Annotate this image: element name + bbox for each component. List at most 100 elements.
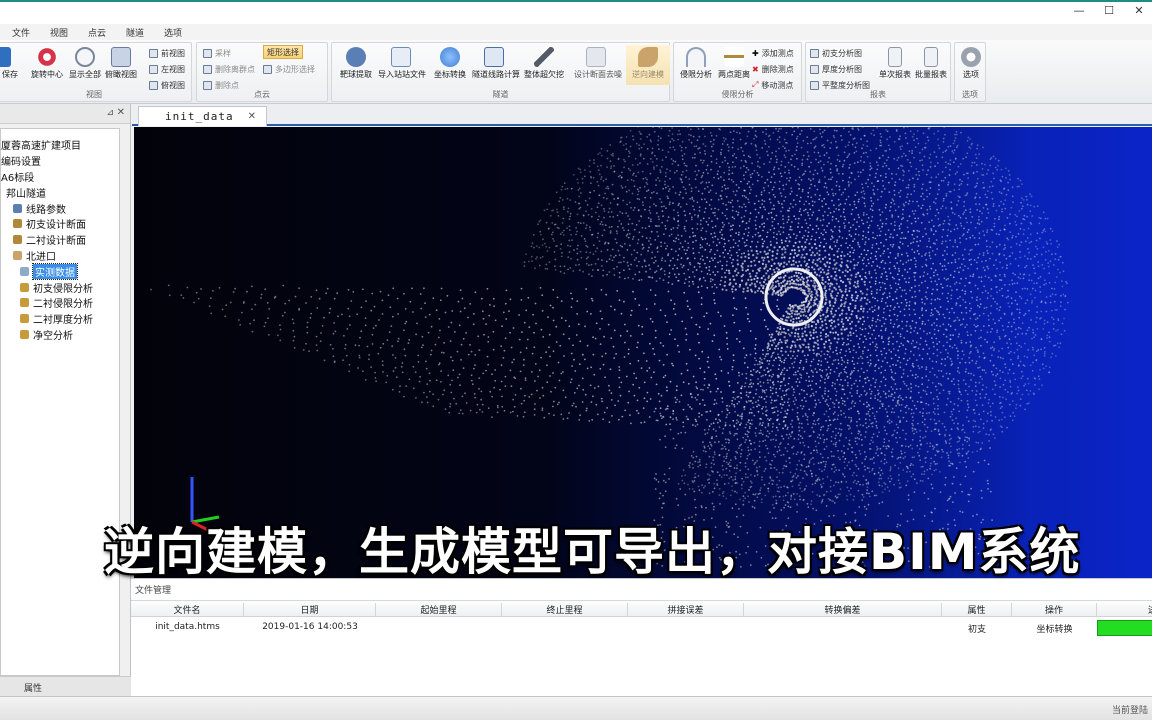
reverse-model-icon: [638, 47, 658, 67]
tree-item-label: A6标段: [1, 172, 35, 184]
sample-button[interactable]: 采样: [203, 46, 231, 60]
tree-item[interactable]: 北进口: [1, 248, 119, 264]
save-button[interactable]: 保存: [0, 45, 23, 85]
tree-item[interactable]: 初支侵限分析: [1, 279, 119, 295]
route-calc-button[interactable]: 隧道线路计算: [472, 45, 520, 85]
distance-button[interactable]: 两点距离: [712, 45, 756, 85]
remove-outliers-icon: [203, 64, 212, 74]
remove-outliers-button[interactable]: 删除离群点: [203, 62, 255, 76]
tree-item-label: 编码设置: [1, 157, 41, 169]
delete-icon: ✖: [752, 64, 759, 74]
status-bar: 当前登陆: [0, 696, 1152, 720]
tree-node-icon: [13, 219, 22, 229]
tree-item[interactable]: 实测数据: [1, 262, 119, 280]
tree-item[interactable]: 二衬设计断面: [1, 232, 119, 248]
menu-view[interactable]: 视图: [50, 26, 88, 39]
col-date[interactable]: 日期: [244, 603, 376, 616]
col-filename[interactable]: 文件名: [131, 603, 244, 616]
delete-point-button[interactable]: ✖ 删除测点: [752, 62, 794, 76]
tab-init-data[interactable]: init_data ✕: [138, 106, 267, 126]
tree-item[interactable]: 初支设计断面: [1, 216, 119, 232]
col-start-mileage[interactable]: 起始里程: [376, 603, 502, 616]
col-attribute[interactable]: 属性: [942, 603, 1012, 616]
front-view-button[interactable]: 前视图: [149, 46, 185, 60]
tree-item[interactable]: 净空分析: [1, 327, 119, 343]
import-icon: [391, 47, 411, 67]
plus-icon: ✚: [752, 48, 759, 58]
target-extract-button[interactable]: 靶球提取: [334, 45, 378, 85]
tunnel-portal-ring: [764, 267, 824, 327]
title-bar: — ☐ ✕: [0, 0, 1152, 24]
ribbon-group-pointcloud: 采样 删除离群点 删除点 矩形选择 多边形选择 点云: [196, 42, 328, 102]
col-convert-offset[interactable]: 转换偏差: [744, 603, 942, 616]
menu-pointcloud[interactable]: 点云: [88, 26, 126, 39]
window-controls: — ☐ ✕: [1072, 4, 1146, 17]
progress-bar: [1097, 620, 1152, 636]
ribbon-group-report: 初支分析图 厚度分析图 平整度分析图 单次报表 批量报表 报表: [805, 42, 951, 102]
col-end-mileage[interactable]: 终止里程: [502, 603, 628, 616]
menu-options[interactable]: 选项: [164, 26, 202, 39]
tree-node-icon: [13, 235, 22, 245]
left-view-button[interactable]: 左视图: [149, 62, 185, 76]
save-icon: [0, 47, 11, 67]
target-icon: [346, 47, 366, 67]
tree-item[interactable]: A6标段: [1, 169, 119, 185]
close-panel-icon[interactable]: ✕: [117, 107, 125, 118]
batch-report-icon: [924, 47, 938, 67]
excavation-button[interactable]: 整体超欠挖: [522, 45, 566, 85]
close-button[interactable]: ✕: [1132, 4, 1146, 17]
gear-icon: [961, 47, 981, 67]
tree-item[interactable]: 邦山隧道: [1, 184, 119, 200]
rotate-center-icon: [37, 47, 57, 67]
col-progress[interactable]: 进: [1097, 603, 1152, 616]
tree-item[interactable]: 线路参数: [1, 200, 119, 216]
cell-action-link[interactable]: 坐标转换: [1012, 622, 1097, 635]
pointcloud-viewport[interactable]: [134, 127, 1152, 578]
coord-convert-button[interactable]: 坐标转换: [428, 45, 472, 85]
intrusion-icon: [686, 47, 706, 67]
tree-item[interactable]: 二衬侵限分析: [1, 295, 119, 311]
menu-tunnel[interactable]: 隧道: [126, 26, 164, 39]
properties-tab[interactable]: 属性: [0, 676, 131, 696]
support-chart-button[interactable]: 初支分析图: [810, 46, 862, 60]
reverse-model-button[interactable]: 逆向建模: [626, 45, 670, 85]
tree-node-icon: [20, 266, 29, 276]
options-button[interactable]: 选项: [949, 45, 993, 85]
app-window: — ☐ ✕ 文件 视图 点云 隧道 选项 保存 旋转中心 显示全部 俯瞰视图 前…: [0, 0, 1152, 720]
tree-node-icon: [20, 314, 29, 324]
tree-item-label: 线路参数: [26, 204, 66, 216]
tree-item-label: 净空分析: [33, 330, 73, 342]
tree-node-icon: [13, 250, 22, 260]
tree-item[interactable]: 二衬厚度分析: [1, 311, 119, 327]
close-tab-icon[interactable]: ✕: [248, 111, 256, 122]
tree-item-label: 初支设计断面: [26, 220, 86, 232]
denoise-button[interactable]: 设计断面去噪: [574, 45, 622, 85]
tree-item[interactable]: 编码设置: [1, 153, 119, 169]
report-icon: [888, 47, 902, 67]
tree-node-icon: [13, 203, 22, 213]
menu-file[interactable]: 文件: [12, 26, 50, 39]
table-row[interactable]: init_data.htms 2019-01-16 14:00:53 初支 坐标…: [131, 620, 1152, 636]
denoise-icon: [586, 47, 606, 67]
polygon-select-button[interactable]: 多边形选择: [263, 62, 315, 76]
thickness-chart-button[interactable]: 厚度分析图: [810, 62, 862, 76]
add-point-button[interactable]: ✚ 添加测点: [752, 46, 794, 60]
birdview-button[interactable]: 俯瞰视图: [99, 45, 143, 85]
maximize-button[interactable]: ☐: [1102, 4, 1116, 17]
minimize-button[interactable]: —: [1072, 4, 1086, 17]
single-report-button[interactable]: 单次报表: [878, 45, 912, 85]
tree-item-label: 初支侵限分析: [33, 283, 93, 295]
distance-icon: [724, 47, 744, 67]
import-station-button[interactable]: 导入站站文件: [378, 45, 426, 85]
tab-label: init_data: [165, 110, 234, 123]
col-splice-error[interactable]: 拼接误差: [628, 603, 744, 616]
sample-icon: [203, 48, 212, 58]
login-status: 当前登陆: [1111, 706, 1148, 716]
pin-icon[interactable]: ⊿: [106, 108, 114, 118]
menu-bar: 文件 视图 点云 隧道 选项: [0, 24, 1152, 40]
pointcloud-canvas[interactable]: [134, 127, 1152, 578]
col-action[interactable]: 操作: [1012, 603, 1097, 616]
batch-report-button[interactable]: 批量报表: [912, 45, 950, 85]
tree-item[interactable]: 厦蓉高速扩建项目: [1, 137, 119, 153]
rect-select-button[interactable]: 矩形选择: [263, 45, 303, 59]
